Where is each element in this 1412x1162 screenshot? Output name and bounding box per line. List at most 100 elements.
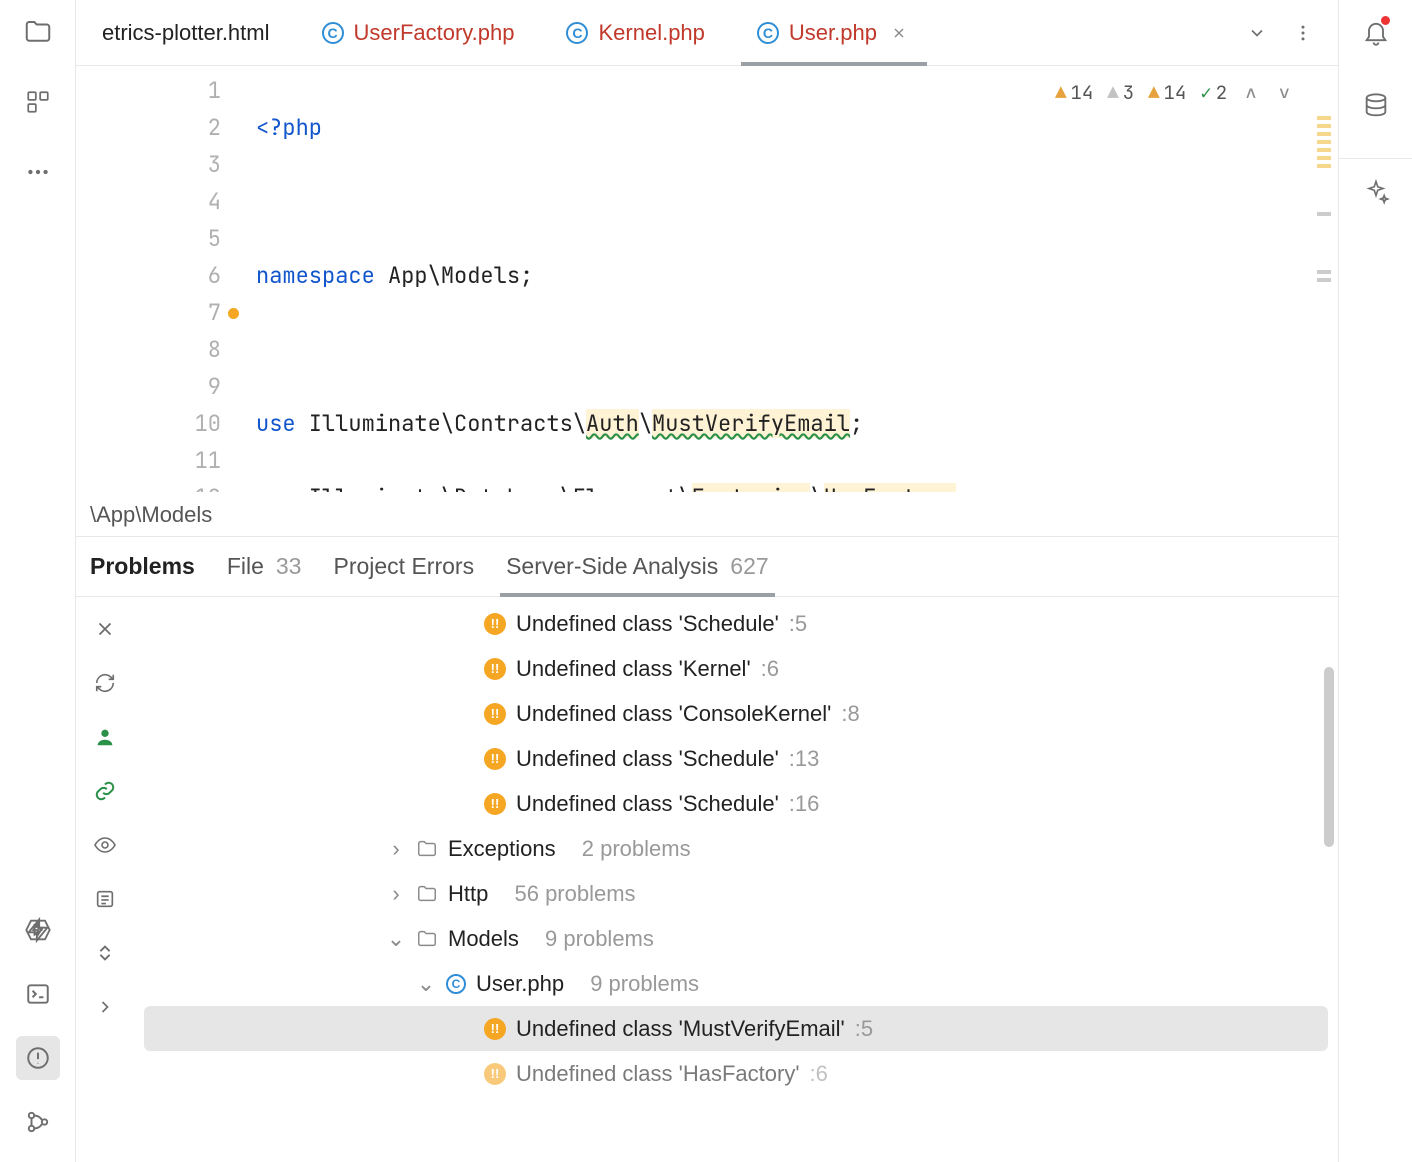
problem-file[interactable]: ⌄CUser.php 9 problems xyxy=(134,961,1338,1006)
tab-project-errors[interactable]: Project Errors xyxy=(333,537,474,596)
problem-text: Undefined class 'Schedule' xyxy=(516,611,779,637)
chevron-down-icon: ⌄ xyxy=(386,926,406,952)
folder-icon xyxy=(416,883,438,905)
class-icon: C xyxy=(446,974,466,994)
folder-icon xyxy=(416,838,438,860)
group-name: Exceptions xyxy=(448,836,556,862)
weak-warning-icon: ▲ xyxy=(1107,80,1118,105)
code-text: MustVerifyEmail xyxy=(652,409,850,438)
more-icon[interactable] xyxy=(16,150,60,194)
problem-row[interactable]: !!Undefined class 'MustVerifyEmail' :5 xyxy=(144,1006,1328,1051)
breadcrumb[interactable]: \App\Models xyxy=(76,492,1338,536)
eye-icon[interactable] xyxy=(87,827,123,863)
editor-tabs: etrics-plotter.html C UserFactory.php C … xyxy=(76,0,1338,66)
problem-text: Undefined class 'HasFactory' xyxy=(516,1061,800,1087)
warning-icon: !! xyxy=(484,1063,506,1085)
close-icon[interactable] xyxy=(887,21,911,45)
breadcrumb-text: \App\Models xyxy=(90,502,212,528)
project-icon[interactable] xyxy=(16,10,60,54)
link-icon[interactable] xyxy=(87,773,123,809)
tab-label: Problems xyxy=(90,553,195,580)
problems-tree[interactable]: !!Undefined class 'Schedule' :5 !!Undefi… xyxy=(134,597,1338,1162)
code-text: HasFactory xyxy=(824,483,956,492)
problem-row[interactable]: !!Undefined class 'Schedule' :13 xyxy=(134,736,1338,781)
tab-kernel[interactable]: C Kernel.php xyxy=(540,0,730,65)
code-text: <?php xyxy=(256,113,322,142)
close-icon[interactable] xyxy=(87,611,123,647)
code-area[interactable]: <?php namespace App\Models; use Illumina… xyxy=(256,66,1310,492)
problem-row[interactable]: !!Undefined class 'HasFactory' :6 xyxy=(134,1051,1338,1096)
list-icon[interactable] xyxy=(87,881,123,917)
chevron-right-icon: › xyxy=(386,836,406,862)
tab-userfactory[interactable]: C UserFactory.php xyxy=(296,0,541,65)
tab-user[interactable]: C User.php xyxy=(731,0,937,65)
problem-row[interactable]: !!Undefined class 'Kernel' :6 xyxy=(134,646,1338,691)
inspection-summary[interactable]: ▲14 ▲3 ▲14 ✓2 ∧ ∨ xyxy=(1055,80,1294,105)
error-stripe[interactable] xyxy=(1310,66,1338,492)
typo-icon: ✓ xyxy=(1200,80,1211,105)
code-text: \ xyxy=(639,409,652,438)
code-text: App\Models; xyxy=(375,261,533,290)
terminal-icon[interactable] xyxy=(16,972,60,1016)
kebab-icon[interactable] xyxy=(1286,16,1320,50)
gutter: 123456789101112 xyxy=(76,66,256,492)
inspection-count: 2 xyxy=(1216,80,1227,105)
problem-text: Undefined class 'Schedule' xyxy=(516,746,779,772)
inspection-count: 14 xyxy=(1164,80,1187,105)
structure-icon[interactable] xyxy=(16,80,60,124)
scrollbar[interactable] xyxy=(1324,667,1334,847)
chevron-down-icon: ⌄ xyxy=(416,971,436,997)
problem-row[interactable]: !!Undefined class 'Schedule' :5 xyxy=(134,601,1338,646)
code-text: \ xyxy=(810,483,823,492)
warning-icon: !! xyxy=(484,793,506,815)
problem-group[interactable]: ⌄Models 9 problems xyxy=(134,916,1338,961)
problem-text: Undefined class 'Kernel' xyxy=(516,656,751,682)
tab-server-side[interactable]: Server-Side Analysis627 xyxy=(506,537,769,596)
problem-text: Undefined class 'MustVerifyEmail' xyxy=(516,1016,845,1042)
problem-text: Undefined class 'Schedule' xyxy=(516,791,779,817)
refresh-icon[interactable] xyxy=(87,665,123,701)
class-icon: C xyxy=(757,22,779,44)
tab-label: UserFactory.php xyxy=(354,20,515,46)
next-highlight-icon[interactable]: ∨ xyxy=(1275,80,1294,105)
tab-count: 627 xyxy=(730,553,768,580)
prev-highlight-icon[interactable]: ∧ xyxy=(1241,80,1260,105)
notifications-icon[interactable] xyxy=(1354,10,1398,54)
editor[interactable]: 123456789101112 <?php namespace App\Mode… xyxy=(76,66,1338,492)
ai-assistant-icon[interactable] xyxy=(1339,158,1412,202)
user-icon[interactable] xyxy=(87,719,123,755)
problems-panel-tabs: Problems File33 Project Errors Server-Si… xyxy=(76,536,1338,596)
tab-file[interactable]: File33 xyxy=(227,537,302,596)
expand-collapse-icon[interactable] xyxy=(87,935,123,971)
problem-group[interactable]: ›Exceptions 2 problems xyxy=(134,826,1338,871)
database-icon[interactable] xyxy=(1354,84,1398,128)
code-text: Illuminate\Database\Eloquent\ xyxy=(296,483,692,492)
code-text: ; xyxy=(850,409,863,438)
problem-row[interactable]: !! Undefined class 'ConsoleKernel' :8 xyxy=(134,691,1338,736)
chevron-right-icon[interactable] xyxy=(87,989,123,1025)
group-name: Models xyxy=(448,926,519,952)
warning-icon: ▲ xyxy=(1055,80,1066,105)
class-icon: C xyxy=(322,22,344,44)
problem-text: Undefined class 'ConsoleKernel' xyxy=(516,701,831,727)
problem-row[interactable]: !!Undefined class 'Schedule' :16 xyxy=(134,781,1338,826)
tab-etrics-plotter[interactable]: etrics-plotter.html xyxy=(76,0,296,65)
inspection-count: 3 xyxy=(1123,80,1134,105)
run-icon[interactable] xyxy=(16,908,60,952)
chevron-down-icon[interactable] xyxy=(1240,16,1274,50)
notification-dot xyxy=(1381,16,1390,25)
warning-icon: !! xyxy=(484,703,506,725)
tab-count: 33 xyxy=(276,553,302,580)
code-text: Illuminate\Contracts\ xyxy=(296,409,586,438)
problems-icon[interactable] xyxy=(16,1036,60,1080)
problem-location: :6 xyxy=(761,656,779,682)
group-name: Http xyxy=(448,881,488,907)
vcs-icon[interactable] xyxy=(16,1100,60,1144)
problem-location: :8 xyxy=(841,701,859,727)
warning-icon: ▲ xyxy=(1148,80,1159,105)
chevron-right-icon: › xyxy=(386,881,406,907)
folder-icon xyxy=(416,928,438,950)
problem-group[interactable]: ›Http 56 problems xyxy=(134,871,1338,916)
warning-icon: !! xyxy=(484,1018,506,1040)
tab-problems[interactable]: Problems xyxy=(90,537,195,596)
